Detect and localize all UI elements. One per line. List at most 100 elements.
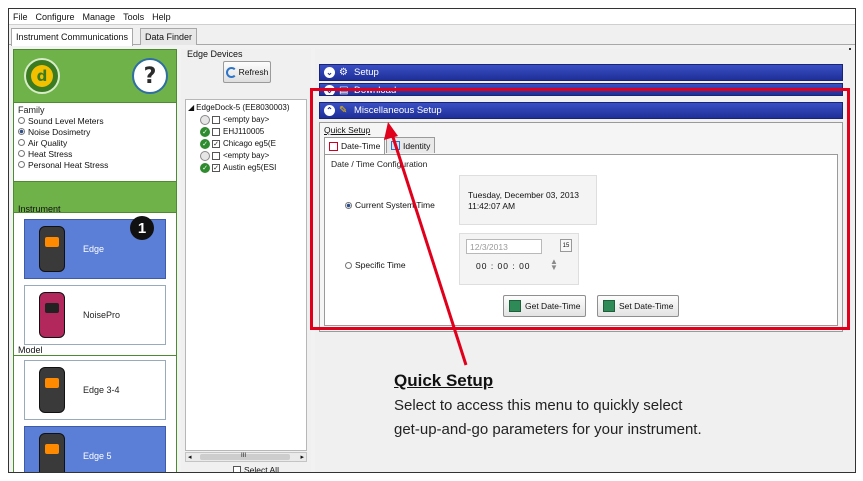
- expand-icon[interactable]: ◢: [188, 103, 194, 112]
- radio-button[interactable]: [18, 128, 25, 135]
- current-system-time-label: Current System Time: [355, 200, 435, 210]
- family-option-label: Heat Stress: [28, 148, 73, 159]
- tree-item-label: Austin eg5(ESI: [223, 163, 277, 172]
- noisepro-device-icon: [39, 292, 65, 338]
- horizontal-scrollbar[interactable]: ◂ III ▸: [185, 452, 307, 462]
- chevron-down-icon: ⌄: [324, 85, 335, 95]
- scroll-left-icon[interactable]: ◂: [188, 453, 192, 461]
- edge-devices-panel: Edge Devices Refresh ◢ EdgeDock-5 (EE803…: [181, 49, 311, 473]
- family-option-noise-dosimetry[interactable]: Noise Dosimetry: [18, 126, 172, 137]
- family-option-label: Personal Heat Stress: [28, 159, 109, 170]
- gear-icon: ⚙: [339, 67, 348, 78]
- annotation-line-2: get-up-and-go parameters for your instru…: [394, 421, 702, 438]
- time-input[interactable]: 00 : 00 : 00: [476, 261, 531, 271]
- empty-bay-icon: [200, 150, 210, 161]
- model-name: Edge 5: [83, 451, 112, 461]
- radio-button[interactable]: [18, 117, 25, 124]
- menu-bar: File Configure Manage Tools Help: [9, 9, 855, 25]
- family-option-label: Noise Dosimetry: [28, 126, 91, 137]
- menu-help[interactable]: Help: [152, 12, 171, 22]
- tab-date-time-label: Date-Time: [341, 141, 381, 151]
- set-arrow-icon: [603, 300, 615, 312]
- menu-configure[interactable]: Configure: [36, 12, 75, 22]
- accordion-download-label: Download: [354, 85, 397, 96]
- tree-item-label: <empty bay>: [223, 115, 270, 124]
- radio-button[interactable]: [18, 139, 25, 146]
- edge-device-icon: [39, 226, 65, 272]
- scroll-marker: [849, 48, 851, 50]
- tree-item[interactable]: ✓ EHJ110005: [200, 126, 264, 137]
- item-checkbox[interactable]: [212, 127, 220, 136]
- tab-instrument-communications[interactable]: Instrument Communications: [11, 28, 134, 46]
- accordion-misc-setup[interactable]: ⌃ ✎ Miscellaneous Setup: [319, 102, 843, 119]
- radio-button[interactable]: [345, 201, 352, 209]
- item-checkbox-checked[interactable]: ✓: [212, 139, 220, 148]
- menu-manage[interactable]: Manage: [83, 12, 116, 22]
- help-icon[interactable]: ?: [132, 58, 168, 94]
- family-option-air-quality[interactable]: Air Quality: [18, 137, 172, 148]
- accordion-download[interactable]: ⌄ ▤ Download: [319, 83, 843, 96]
- instrument-item-noisepro[interactable]: NoisePro: [24, 285, 166, 345]
- annotation-body: Select to access this menu to quickly se…: [394, 394, 824, 442]
- tree-root[interactable]: ◢ EdgeDock-5 (EE8030003): [188, 102, 290, 113]
- item-checkbox[interactable]: [212, 115, 220, 124]
- refresh-icon: [225, 66, 237, 78]
- edge-device-icon: [39, 367, 65, 413]
- device-tree: ◢ EdgeDock-5 (EE8030003) <empty bay> ✓ EH…: [185, 99, 307, 451]
- item-checkbox-checked[interactable]: ✓: [212, 163, 220, 172]
- get-date-time-button[interactable]: Get Date-Time: [503, 295, 587, 317]
- family-option-heat-stress[interactable]: Heat Stress: [18, 148, 172, 159]
- identity-icon: [391, 141, 400, 150]
- menu-tools[interactable]: Tools: [123, 12, 144, 22]
- menu-file[interactable]: File: [13, 12, 28, 22]
- tree-item[interactable]: <empty bay>: [200, 114, 269, 125]
- tab-date-time[interactable]: Date-Time: [324, 137, 386, 154]
- current-system-time-option[interactable]: Current System Time: [345, 200, 435, 210]
- tab-data-finder[interactable]: Data Finder: [140, 28, 198, 45]
- model-item-edge-3-4[interactable]: Edge 3-4: [24, 360, 166, 420]
- radio-button[interactable]: [345, 261, 352, 269]
- time-spinner-icon[interactable]: ▲ ▼: [550, 258, 558, 272]
- check-status-icon: ✓: [200, 126, 210, 137]
- radio-button[interactable]: [18, 161, 25, 168]
- family-option-label: Air Quality: [28, 137, 68, 148]
- scroll-right-icon[interactable]: ▸: [300, 453, 304, 461]
- tree-item[interactable]: ✓ ✓ Chicago eg5(E: [200, 138, 276, 149]
- specific-time-option[interactable]: Specific Time: [345, 260, 406, 270]
- tree-item[interactable]: ✓ ✓ Austin eg5(ESI: [200, 162, 276, 173]
- select-all-checkbox[interactable]: Select All: [233, 465, 279, 473]
- tree-item[interactable]: <empty bay>: [200, 150, 269, 161]
- select-all-label: Select All: [244, 465, 279, 473]
- chevron-up-icon: ⌃: [324, 105, 335, 116]
- model-item-edge-5[interactable]: Edge 5: [24, 426, 166, 472]
- empty-bay-icon: [200, 114, 210, 125]
- family-option-personal-heat-stress[interactable]: Personal Heat Stress: [18, 159, 172, 170]
- calendar-icon[interactable]: 15: [560, 239, 572, 252]
- quick-setup-label[interactable]: Quick Setup: [324, 125, 370, 135]
- set-date-time-button[interactable]: Set Date-Time: [597, 295, 680, 317]
- model-title: Model: [18, 345, 43, 355]
- download-icon: ▤: [339, 85, 349, 96]
- family-title: Family: [18, 105, 45, 115]
- refresh-button[interactable]: Refresh: [223, 61, 271, 83]
- family-option-sound-level-meters[interactable]: Sound Level Meters: [18, 115, 172, 126]
- current-time-display: Tuesday, December 03, 2013 11:42:07 AM: [459, 175, 597, 225]
- radio-button[interactable]: [18, 150, 25, 157]
- check-status-icon: ✓: [200, 138, 210, 149]
- select-all-box[interactable]: [233, 466, 241, 472]
- get-arrow-icon: [509, 300, 521, 312]
- item-checkbox[interactable]: [212, 151, 220, 160]
- app-logo-icon: d: [24, 58, 60, 94]
- annotation-line-1: Select to access this menu to quickly se…: [394, 397, 683, 414]
- family-group: Family Sound Level Meters Noise Dosimetr…: [14, 102, 176, 182]
- family-option-label: Sound Level Meters: [28, 115, 104, 126]
- tab-identity[interactable]: Identity: [386, 137, 436, 153]
- instrument-name: Edge: [83, 244, 105, 254]
- scroll-grip: III: [241, 453, 247, 459]
- accordion-setup[interactable]: ⌄ ⚙ Setup: [319, 64, 843, 81]
- misc-setup-content: Quick Setup Date-Time Identity Date / Ti…: [319, 122, 843, 332]
- tree-item-label: EHJ110005: [223, 127, 265, 136]
- accordion-setup-label: Setup: [354, 67, 379, 78]
- date-picker-input[interactable]: 12/3/2013: [466, 239, 542, 254]
- left-panel: d ? Family Sound Level Meters Noise Dosi…: [13, 49, 177, 472]
